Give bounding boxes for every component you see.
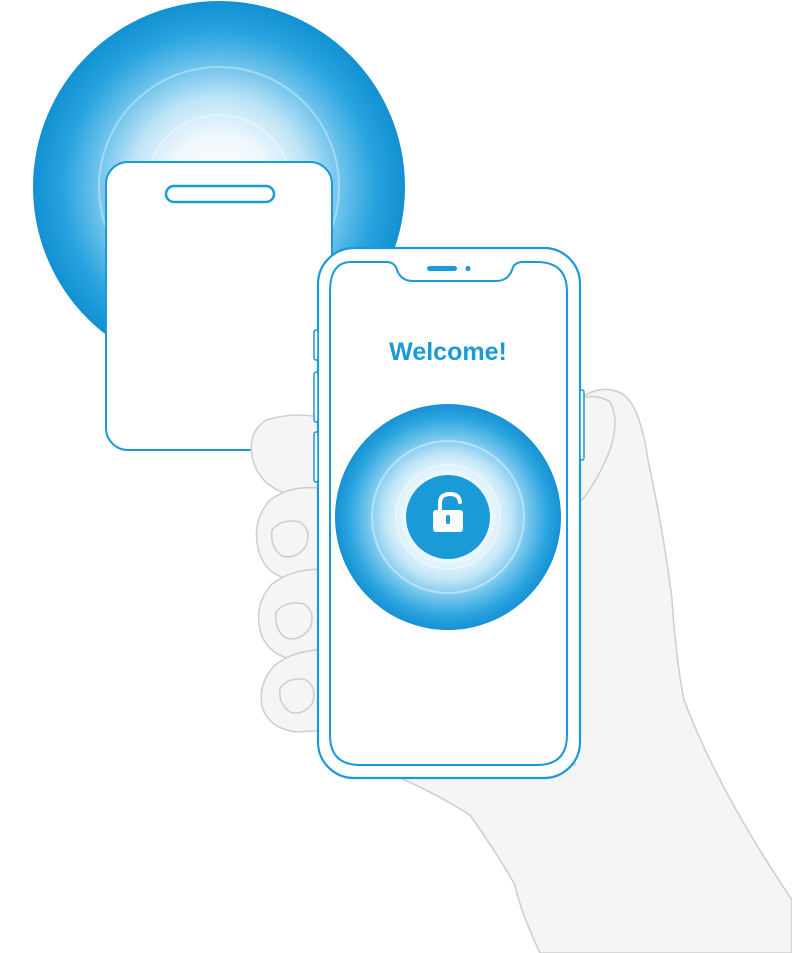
illustration: Welcome! [33, 1, 792, 953]
front-camera [465, 265, 471, 272]
card-reader [105, 161, 333, 451]
phone-screen: Welcome! [329, 261, 568, 766]
speaker-grille [427, 266, 457, 271]
welcome-heading: Welcome! [389, 338, 507, 366]
card-slot-icon [164, 184, 276, 204]
unlock-button[interactable] [406, 475, 490, 559]
